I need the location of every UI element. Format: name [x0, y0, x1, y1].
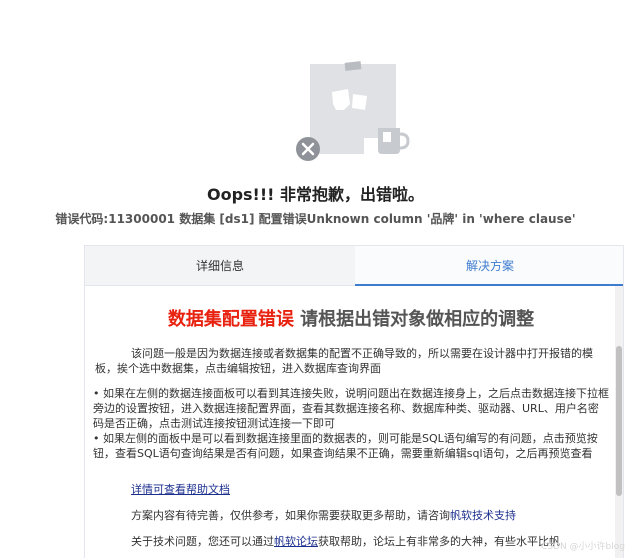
- support-note: 方案内容有待完善，仅供参考，如果你需要获取更多帮助，请咨询帆软技术支持: [131, 508, 516, 523]
- solution-title: 数据集配置错误 请根据出错对象做相应的调整: [85, 305, 617, 331]
- solution-title-error: 数据集配置错误: [167, 309, 294, 330]
- solution-intro: 该问题一般是因为数据连接或者数据集的配置不正确导致的，所以需要在设计器中打开报错…: [95, 347, 593, 375]
- forum-link[interactable]: 帆软论坛: [274, 535, 318, 548]
- solution-title-advice: 请根据出错对象做相应的调整: [293, 309, 535, 330]
- forum-prefix: 关于技术问题，您还可以通过: [131, 535, 274, 548]
- bullet-connection: • 如果在左侧的数据连接面板可以看到其连接失败，说明问题出在数据连接身上，之后点…: [93, 387, 609, 430]
- solution-bullets: • 如果在左侧的数据连接面板可以看到其连接失败，说明问题出在数据连接身上，之后点…: [93, 386, 609, 461]
- tab-bar: 详细信息 解决方案: [85, 246, 623, 286]
- bullet-sql: • 如果左侧的面板中是可以看到数据连接里面的数据表的，则可能是SQL语句编写的有…: [93, 432, 598, 460]
- error-illustration: [296, 61, 410, 161]
- help-doc-link[interactable]: 详情可查看帮助文档: [131, 483, 230, 496]
- solution-content: 数据集配置错误 请根据出错对象做相应的调整 该问题一般是因为数据连接或者数据集的…: [85, 286, 617, 558]
- forum-suffix: 获取帮助，论坛上有非常多的大神，有些水平比帆: [318, 535, 560, 548]
- forum-note: 关于技术问题，您还可以通过帆软论坛获取帮助，论坛上有非常多的大神，有些水平比帆: [131, 534, 560, 549]
- help-doc-line: 详情可查看帮助文档: [131, 482, 230, 497]
- watermark: CSDN @小小许blog: [541, 542, 625, 552]
- tab-solution[interactable]: 解决方案: [355, 246, 623, 286]
- scrollbar-thumb[interactable]: [616, 346, 622, 496]
- vertical-scrollbar[interactable]: [615, 286, 623, 558]
- error-headline: Oops!!! 非常抱歉，出错啦。: [206, 185, 425, 204]
- error-panel: 详细信息 解决方案 数据集配置错误 请根据出错对象做相应的调整 该问题一般是因为…: [84, 245, 624, 558]
- close-circle-icon: [296, 137, 320, 161]
- tab-details[interactable]: 详细信息: [85, 246, 355, 286]
- support-note-text: 方案内容有待完善，仅供参考，如果你需要获取更多帮助，请咨询: [131, 509, 450, 522]
- error-code-line: 错误代码:11300001 数据集 [ds1] 配置错误Unknown colu…: [55, 212, 576, 226]
- support-link[interactable]: 帆软技术支持: [450, 509, 516, 522]
